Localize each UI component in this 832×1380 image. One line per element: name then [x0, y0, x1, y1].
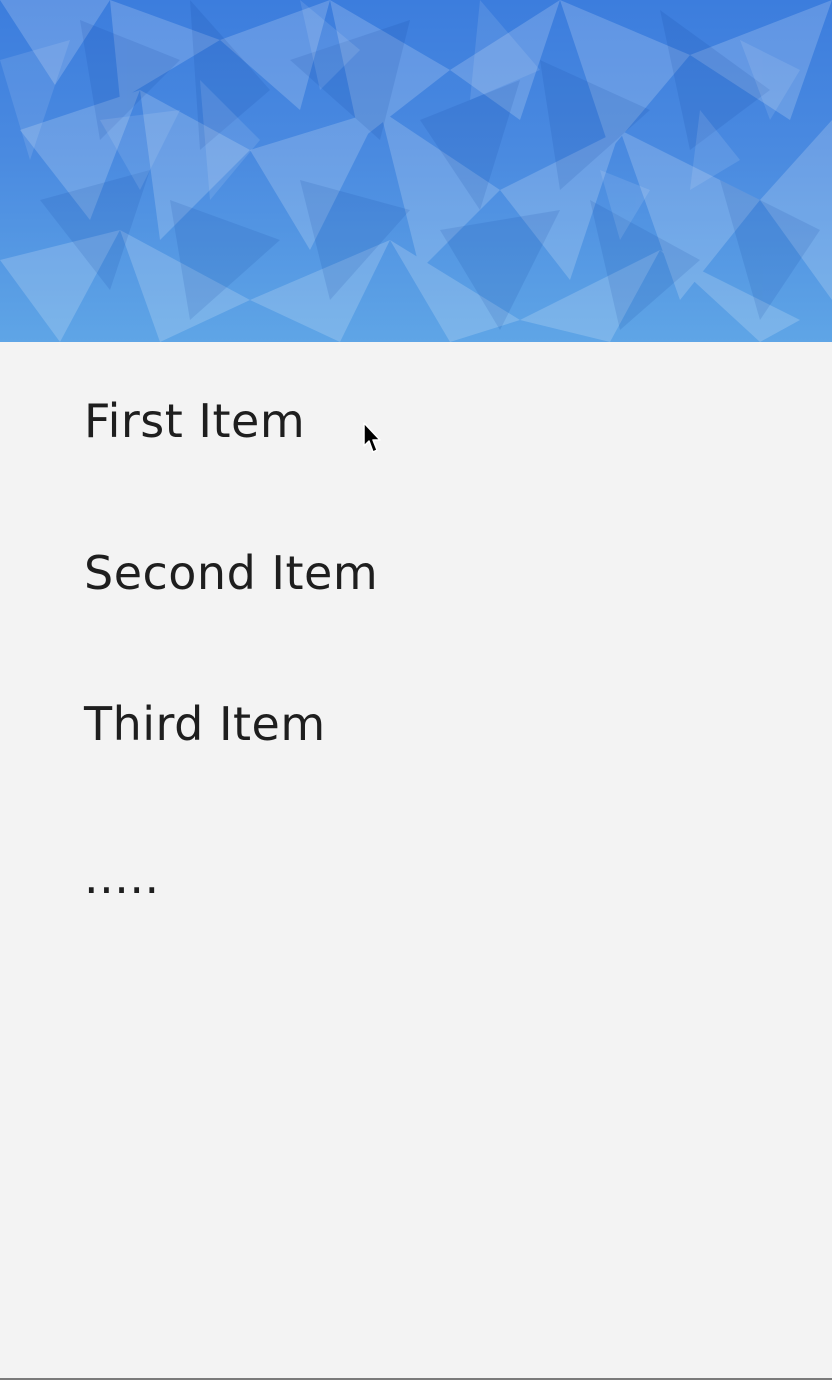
header-pattern [0, 0, 832, 342]
drawer-item-label: ..... [84, 850, 160, 904]
drawer-item-label: First Item [84, 394, 306, 448]
drawer-item-label: Third Item [84, 697, 326, 751]
navigation-drawer: First Item Second Item Third Item ..... [0, 0, 832, 1380]
drawer-item-first-item[interactable]: First Item [0, 361, 832, 481]
drawer-item-second-item[interactable]: Second Item [0, 513, 832, 633]
drawer-item-more[interactable]: ..... [0, 817, 832, 937]
drawer-item-third-item[interactable]: Third Item [0, 664, 832, 784]
drawer-menu-list: First Item Second Item Third Item ..... [0, 342, 832, 1378]
drawer-item-label: Second Item [84, 546, 379, 600]
drawer-header [0, 0, 832, 342]
